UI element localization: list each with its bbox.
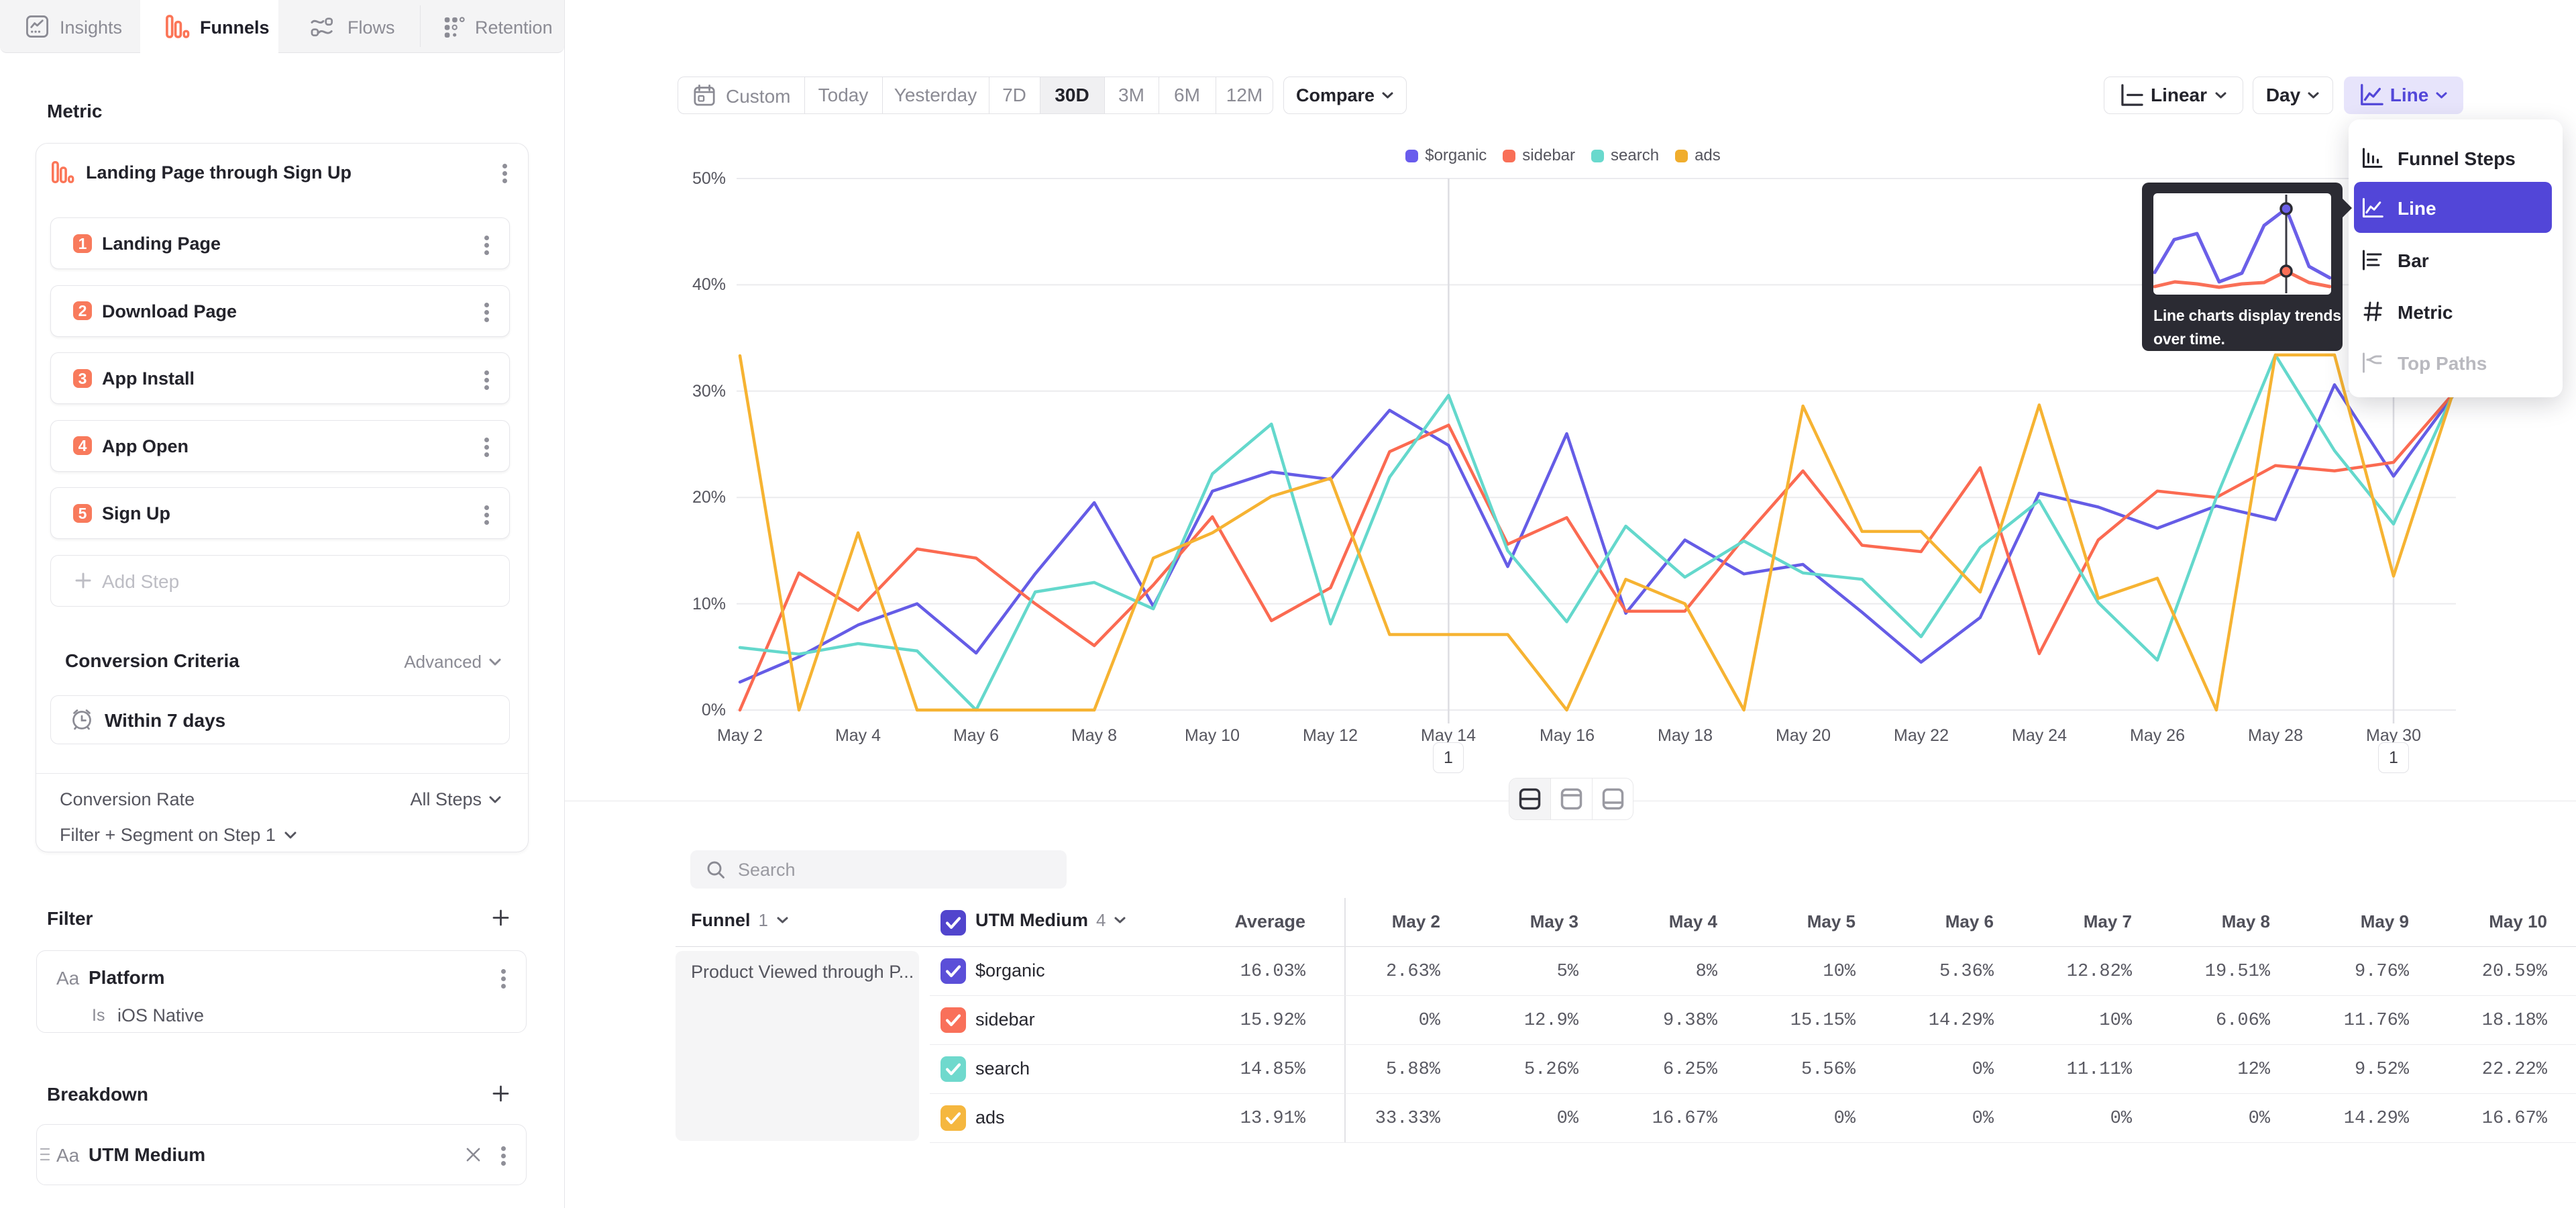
svg-text:May 4: May 4 <box>835 726 881 745</box>
svg-text:May 24: May 24 <box>2012 726 2067 745</box>
svg-text:May 18: May 18 <box>1658 726 1713 745</box>
svg-text:May 26: May 26 <box>2130 726 2185 745</box>
svg-text:May 10: May 10 <box>1185 726 1240 745</box>
svg-text:20%: 20% <box>692 488 726 507</box>
svg-text:May 2: May 2 <box>717 726 763 745</box>
svg-text:May 28: May 28 <box>2248 726 2303 745</box>
svg-text:30%: 30% <box>692 382 726 401</box>
svg-text:40%: 40% <box>692 275 726 294</box>
svg-text:May 20: May 20 <box>1776 726 1831 745</box>
svg-text:May 12: May 12 <box>1303 726 1358 745</box>
svg-text:May 16: May 16 <box>1540 726 1595 745</box>
svg-text:May 22: May 22 <box>1894 726 1949 745</box>
svg-text:May 6: May 6 <box>953 726 999 745</box>
svg-text:May 8: May 8 <box>1071 726 1117 745</box>
svg-text:10%: 10% <box>692 595 726 613</box>
svg-text:50%: 50% <box>692 169 726 188</box>
svg-text:0%: 0% <box>702 701 726 719</box>
